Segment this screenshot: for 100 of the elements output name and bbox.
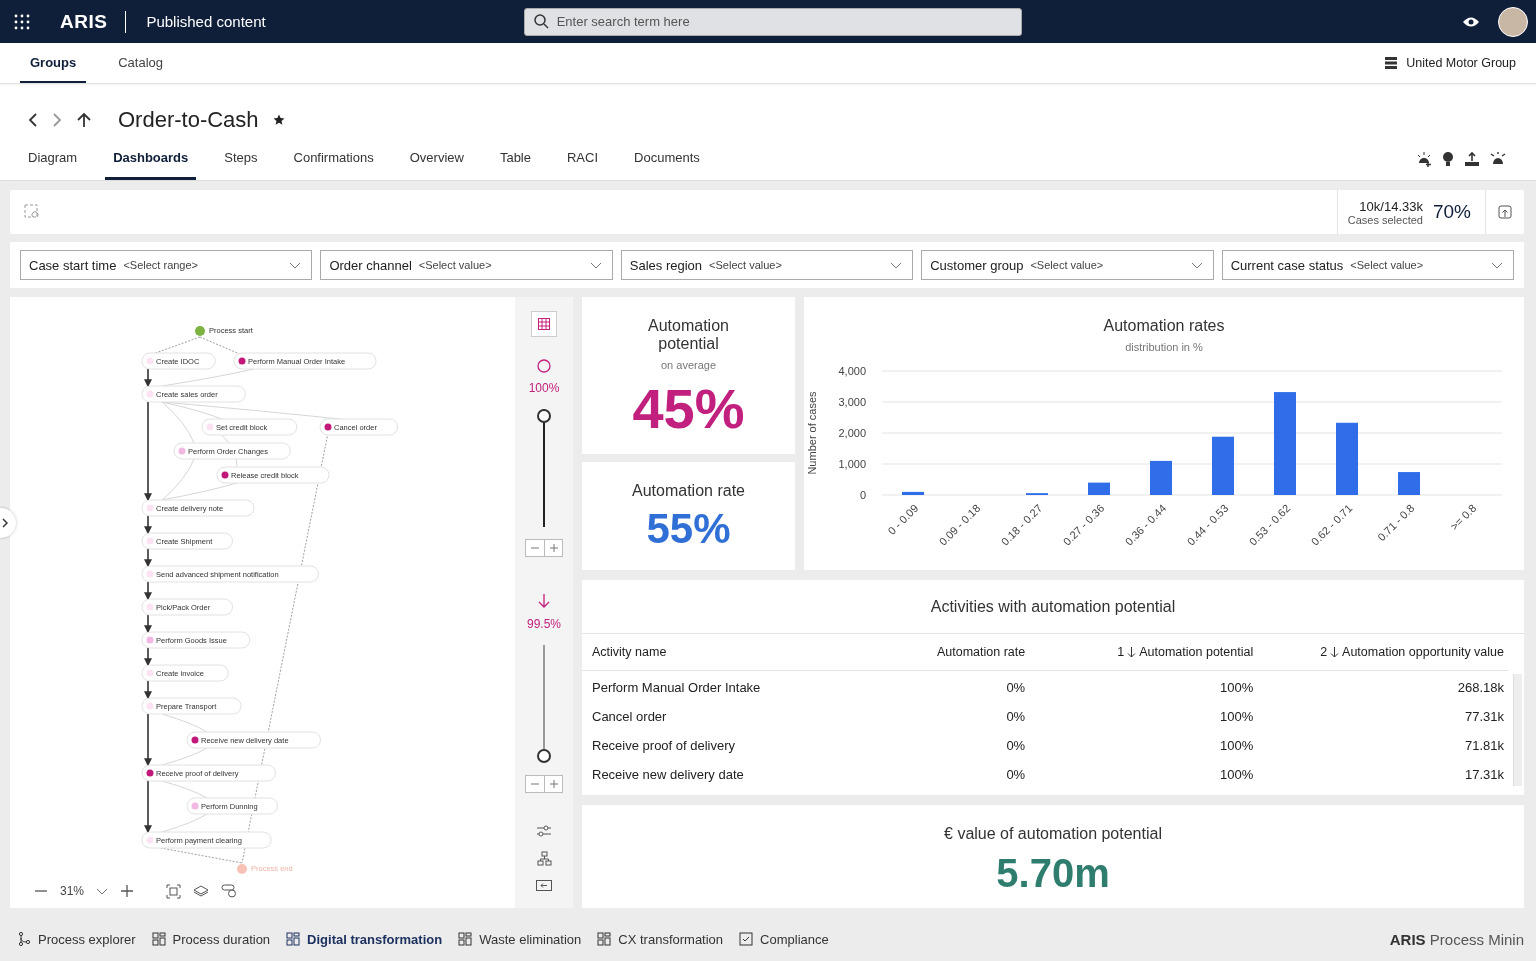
chevron-down-icon: [1190, 261, 1203, 269]
activity-node[interactable]: [186, 797, 278, 815]
column-header[interactable]: 2 Automation opportunity value: [1253, 645, 1504, 659]
histogram-bar: [1088, 482, 1110, 495]
app-grid-icon[interactable]: [14, 13, 30, 30]
fit-screen-icon[interactable]: [166, 883, 182, 899]
dashboard-tab[interactable]: Process explorer: [18, 931, 136, 947]
activity-node[interactable]: [141, 764, 276, 782]
activity-node[interactable]: [173, 442, 291, 460]
page-tab[interactable]: Documents: [626, 138, 708, 180]
slider-thumb[interactable]: [537, 749, 551, 763]
layers-icon[interactable]: [193, 885, 210, 897]
alarm-icon[interactable]: [1490, 151, 1506, 167]
page-tab[interactable]: RACI: [559, 138, 607, 180]
zoom-in-icon[interactable]: [120, 884, 135, 898]
dashboard-icon: [597, 932, 612, 946]
dashboard-tab[interactable]: Waste elimination: [458, 931, 582, 947]
activity-node[interactable]: [141, 631, 251, 649]
filter-dropdown[interactable]: Case start time <Select range>: [20, 250, 313, 280]
dashboard-icon: [151, 932, 166, 946]
chevron-down-icon: [1491, 261, 1504, 269]
slider-thumb[interactable]: [537, 409, 551, 423]
chevron-down-icon[interactable]: [96, 887, 109, 895]
flow-arrow: [144, 368, 152, 388]
table-cell-text: 0%: [1005, 738, 1026, 753]
legend-icon[interactable]: [221, 884, 238, 898]
chevron-right-icon: [2, 518, 8, 528]
dashboard-tab[interactable]: Process duration: [151, 931, 271, 947]
star-icon[interactable]: [272, 114, 285, 126]
brand-logo[interactable]: ARIS: [60, 10, 108, 33]
zoom-level[interactable]: 31%: [60, 884, 85, 898]
activity-node[interactable]: [201, 418, 298, 436]
page-tab[interactable]: Overview: [401, 138, 472, 180]
flow-arrow: [144, 647, 152, 667]
table-cell-text: 17.31k: [1463, 767, 1504, 782]
table-view-button[interactable]: [531, 311, 557, 337]
dashboard-tab[interactable]: CX transformation: [597, 931, 724, 947]
hierarchy-icon[interactable]: [536, 851, 552, 866]
table-cell-text: 100%: [1218, 767, 1254, 782]
column-header[interactable]: Activity name: [592, 645, 832, 659]
filter-dropdown[interactable]: Sales region <Select value>: [620, 250, 914, 280]
nav-tab[interactable]: Catalog: [108, 43, 174, 83]
organization-name[interactable]: United Motor Group: [1406, 56, 1516, 70]
activity-node[interactable]: [141, 664, 229, 682]
collapse-panel-icon[interactable]: [536, 880, 552, 891]
table-cell-text: Receive proof of delivery: [592, 738, 737, 753]
activity-node[interactable]: [141, 532, 233, 550]
lightbulb-icon[interactable]: [1442, 151, 1454, 167]
activity-node[interactable]: [141, 697, 242, 715]
activity-node[interactable]: [319, 418, 399, 436]
activity-node[interactable]: [141, 831, 272, 849]
x-tick-label: >= 0.8: [1447, 501, 1479, 533]
export-icon[interactable]: [1498, 204, 1512, 220]
dashboard-tab[interactable]: Compliance: [739, 931, 829, 947]
avatar[interactable]: [1498, 6, 1528, 37]
search-field[interactable]: Enter search term here: [523, 7, 1022, 36]
table-cell-text: Cancel order: [592, 709, 668, 724]
nav-tab[interactable]: Groups: [20, 43, 87, 83]
activity-node[interactable]: [141, 499, 255, 517]
page-tab[interactable]: Diagram: [20, 138, 86, 180]
activity-node[interactable]: [186, 731, 321, 749]
forward-icon[interactable]: [52, 112, 62, 128]
page-tab[interactable]: Steps: [216, 138, 266, 180]
chevron-down-icon: [890, 261, 903, 269]
activity-node[interactable]: [141, 352, 216, 370]
column-header[interactable]: Automation rate: [831, 645, 1026, 659]
eye-icon[interactable]: [1462, 15, 1480, 28]
activity-node[interactable]: [141, 565, 319, 583]
footer-brand: ARIS Process Minin: [1389, 930, 1524, 948]
filter-dropdown[interactable]: Customer group <Select value>: [921, 250, 1214, 280]
lamp-plus-icon[interactable]: [1416, 151, 1432, 167]
page-tab[interactable]: Confirmations: [285, 138, 382, 180]
y-tick-label: 2,000: [838, 427, 866, 439]
kpi-title: Automation rate: [632, 481, 745, 500]
activity-node[interactable]: [233, 352, 377, 370]
y-tick-label: 0: [859, 489, 866, 501]
activity-node[interactable]: [216, 466, 330, 484]
dashboard-tab[interactable]: Digital transformation: [286, 931, 443, 947]
filter-dropdown[interactable]: Order channel <Select value>: [320, 250, 613, 280]
start-node: [195, 326, 205, 336]
activity-node[interactable]: [141, 385, 246, 403]
kpi-value: 45%: [632, 381, 745, 437]
up-arrow-icon[interactable]: [76, 112, 92, 128]
table-cell-text: 0%: [1005, 767, 1026, 782]
back-icon[interactable]: [28, 112, 38, 128]
table-icon: [538, 318, 550, 330]
column-header[interactable]: 1 Automation potential: [1025, 645, 1254, 659]
end-node: [237, 864, 247, 874]
activity-node[interactable]: [141, 598, 233, 616]
page-tab[interactable]: Table: [491, 138, 539, 180]
plus-icon: [548, 779, 559, 789]
x-tick-label: 0.44 - 0.53: [1184, 501, 1231, 548]
filter-sliders-icon[interactable]: [536, 825, 552, 837]
x-tick-label: 0.71 - 0.8: [1375, 501, 1417, 544]
upload-icon[interactable]: [1464, 151, 1480, 167]
x-tick-label: 0.53 - 0.62: [1246, 501, 1293, 548]
table-cell-text: 100%: [1218, 680, 1254, 695]
scrollbar[interactable]: [1513, 674, 1522, 786]
flow-arrow: [144, 713, 152, 767]
filter-dropdown[interactable]: Current case status <Select value>: [1221, 250, 1515, 280]
